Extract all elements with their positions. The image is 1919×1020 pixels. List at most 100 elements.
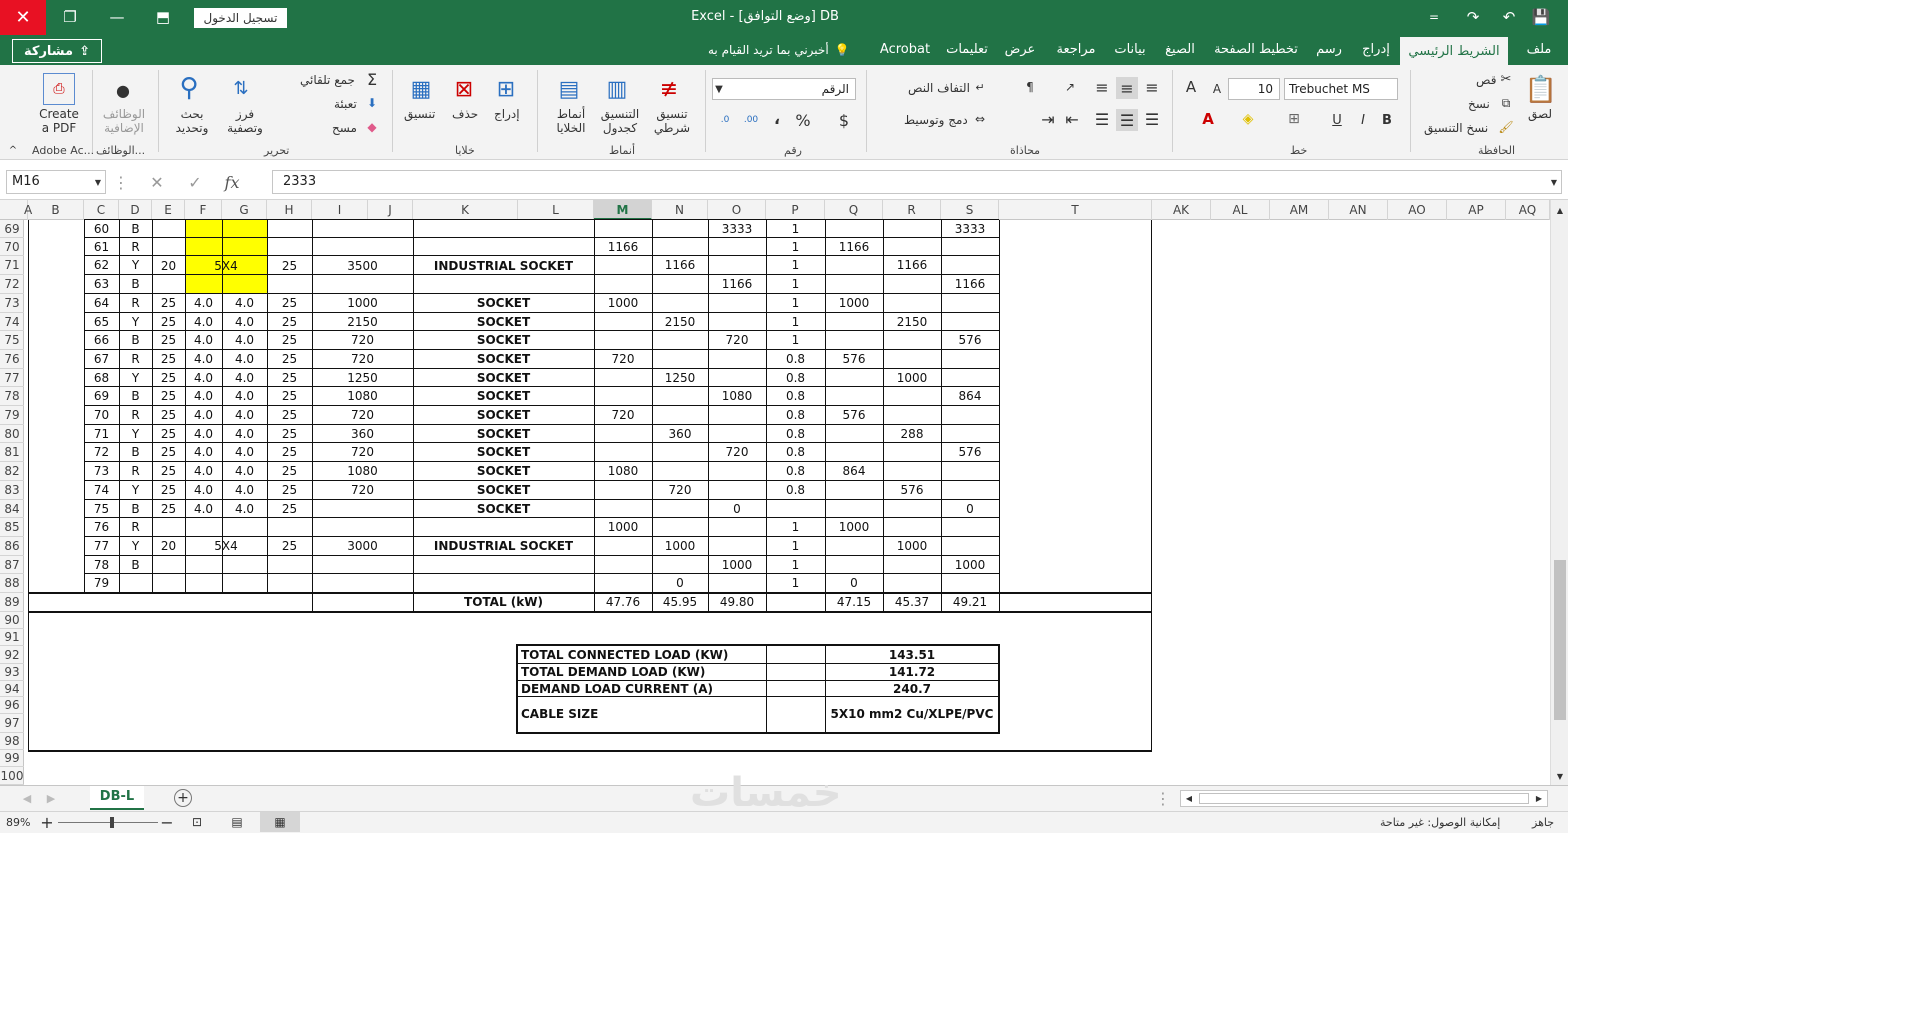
cell-c[interactable]: 75 [84,500,119,518]
cell-e[interactable]: 25 [152,369,185,387]
cell-f[interactable]: 4.0 [185,406,222,425]
column-header-d[interactable]: D [119,200,152,220]
row-header[interactable]: 88 [0,574,24,593]
underline-button[interactable]: U [1328,111,1346,129]
cell-p[interactable]: 0.8 [766,481,825,500]
cell-o[interactable]: 1080 [708,387,766,406]
cell-d[interactable]: B [119,443,152,462]
cell-c[interactable]: 74 [84,481,119,500]
cell-e[interactable]: 25 [152,313,185,331]
ribbon-display-icon[interactable]: ⬒ [150,6,176,28]
column-header-al[interactable]: AL [1211,200,1270,220]
close-button[interactable]: ✕ [0,0,46,35]
cell-c[interactable]: 69 [84,387,119,406]
paste-icon[interactable]: 📋 [1524,73,1558,107]
font-color-icon[interactable]: A [1198,109,1218,129]
total-q[interactable]: 47.15 [825,593,883,612]
cell-h[interactable]: 25 [267,369,312,387]
row-header[interactable]: 89 [0,593,24,612]
borders-icon[interactable]: ⊞ [1284,109,1304,129]
cell-e[interactable]: 25 [152,406,185,425]
cell-e[interactable]: 25 [152,443,185,462]
tab-data[interactable]: بيانات [1108,35,1152,65]
cell-c[interactable]: 77 [84,537,119,556]
cell-d[interactable]: Y [119,425,152,443]
cell-p[interactable]: 1 [766,331,825,350]
cell-o[interactable]: 720 [708,331,766,350]
summary-value[interactable]: 143.51 [825,646,999,664]
row-header[interactable]: 75 [0,331,24,350]
cell-p[interactable]: 1 [766,256,825,275]
column-header-k[interactable]: K [413,200,518,220]
zoom-level[interactable]: 89% [6,816,30,829]
increase-decimal-icon[interactable]: .0 [716,111,734,129]
row-header[interactable]: 77 [0,369,24,387]
vertical-scrollbar[interactable]: ▲ ▼ [1550,200,1568,785]
column-header-m[interactable]: M [594,200,652,220]
cell-k[interactable]: SOCKET [413,294,594,313]
merged-cell-k[interactable]: INDUSTRIAL SOCKET [413,238,594,294]
column-header-t[interactable]: T [999,200,1152,220]
cell-m[interactable]: 1080 [594,462,652,481]
cell-g[interactable]: 4.0 [222,425,267,443]
cell-m[interactable]: 1000 [594,518,652,537]
cell-d[interactable]: R [119,238,152,256]
cell-s[interactable]: 1166 [941,275,999,294]
cell-d[interactable]: B [119,556,152,574]
row-header[interactable]: 100 [0,767,24,785]
font-size-select[interactable]: 10 [1228,78,1280,100]
merged-cell-e[interactable]: 20 [152,518,185,574]
cell-m[interactable]: 1000 [594,294,652,313]
column-header-o[interactable]: O [708,200,766,220]
column-header-l[interactable]: L [518,200,594,220]
row-header[interactable]: 97 [0,714,24,733]
formula-input[interactable]: 2333 [272,170,1562,194]
cell-f[interactable]: 4.0 [185,369,222,387]
total-s[interactable]: 49.21 [941,593,999,612]
align-right-icon[interactable]: ☰ [1142,109,1162,129]
cell-c[interactable]: 62 [84,256,119,275]
accessibility-status[interactable]: إمكانية الوصول: غير متاحة [1380,816,1500,829]
tab-review[interactable]: مراجعة [1050,35,1102,65]
cell-m[interactable]: 1166 [594,238,652,256]
cell-d[interactable]: R [119,406,152,425]
cell-q[interactable]: 576 [825,350,883,369]
zoom-out-icon[interactable]: − [160,813,174,832]
row-header[interactable]: 85 [0,518,24,537]
cell-o[interactable]: 0 [708,500,766,518]
cell-c[interactable]: 64 [84,294,119,313]
cell-f[interactable]: 4.0 [185,425,222,443]
cell-c[interactable]: 61 [84,238,119,256]
cell-i[interactable]: 720 [312,331,413,350]
cell-n[interactable]: 2150 [652,313,708,331]
insert-button[interactable]: إدراج [494,107,520,121]
format-cells-icon[interactable]: ▦ [404,73,438,105]
cell-c[interactable]: 60 [84,220,119,238]
cell-p[interactable]: 1 [766,556,825,574]
row-header[interactable]: 86 [0,537,24,556]
expand-formula-icon[interactable]: ▼ [1548,176,1560,188]
column-header-q[interactable]: Q [825,200,883,220]
column-header-j[interactable]: J [368,200,413,220]
cell-g[interactable]: 4.0 [222,350,267,369]
merged-cell-h[interactable]: 25 [267,238,312,294]
cancel-entry-icon[interactable]: ✕ [148,172,166,192]
cell-i[interactable]: 1080 [312,387,413,406]
cell-n[interactable]: 1250 [652,369,708,387]
column-header-ao[interactable]: AO [1388,200,1447,220]
restore-icon[interactable]: ❐ [57,6,83,28]
sort-filter-button[interactable]: فرز وتصفية [222,107,268,135]
row-header[interactable]: 72 [0,275,24,294]
row-header[interactable]: 74 [0,313,24,331]
tab-formulas[interactable]: الصيغ [1158,35,1202,65]
cell-h[interactable]: 25 [267,443,312,462]
cell-c[interactable]: 68 [84,369,119,387]
find-icon[interactable]: ⚲ [172,71,206,105]
pdf-icon[interactable]: ⎙ [43,73,75,105]
cell-p[interactable]: 1 [766,574,825,593]
cell-s[interactable]: 3333 [941,220,999,238]
summary-label[interactable]: TOTAL DEMAND LOAD (KW) [518,664,766,681]
cell-o[interactable]: 1166 [708,275,766,294]
align-bottom-icon[interactable]: ≡ [1142,77,1162,97]
cell-k[interactable]: SOCKET [413,481,594,500]
